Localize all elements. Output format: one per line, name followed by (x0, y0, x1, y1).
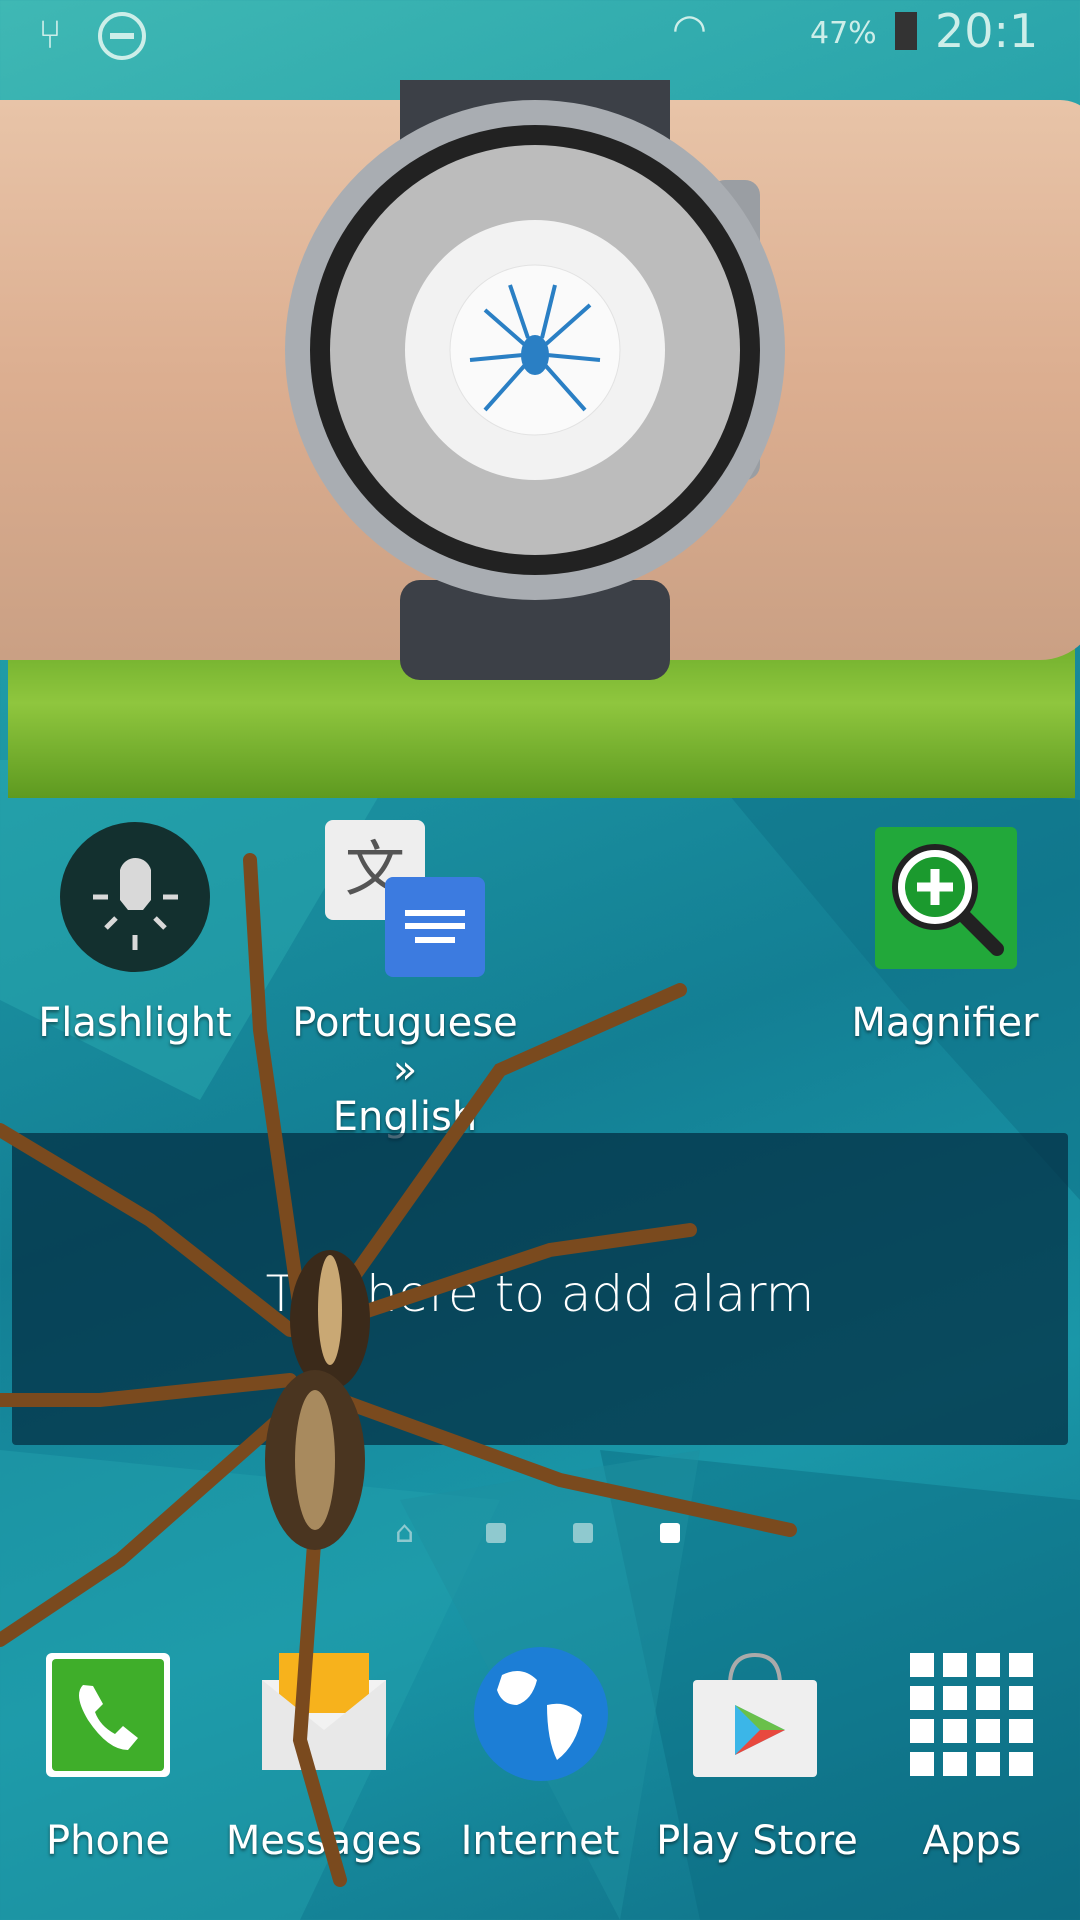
flashlight-icon (60, 822, 210, 972)
magnifier-icon (875, 827, 1017, 969)
apps-grid-icon (910, 1653, 1033, 1776)
add-alarm-text[interactable]: Tap here to add alarm (0, 1265, 1080, 1323)
page-dot-active[interactable] (660, 1523, 680, 1543)
prank-watch-overlay (0, 40, 1080, 798)
phone-icon (46, 1653, 170, 1777)
messages-icon (262, 1653, 386, 1770)
app-label: Portuguese » English (292, 1000, 518, 1140)
translate-icon: 文 (325, 820, 485, 977)
page-dot[interactable] (486, 1523, 506, 1543)
smartwatch-icon (285, 80, 785, 680)
app-label: Flashlight (38, 1000, 232, 1046)
play-store-icon (693, 1652, 817, 1777)
home-page-icon[interactable]: ⌂ (395, 1515, 414, 1550)
page-dot[interactable] (573, 1523, 593, 1543)
globe-icon (474, 1647, 608, 1781)
app-label: Magnifier (851, 1000, 1039, 1046)
